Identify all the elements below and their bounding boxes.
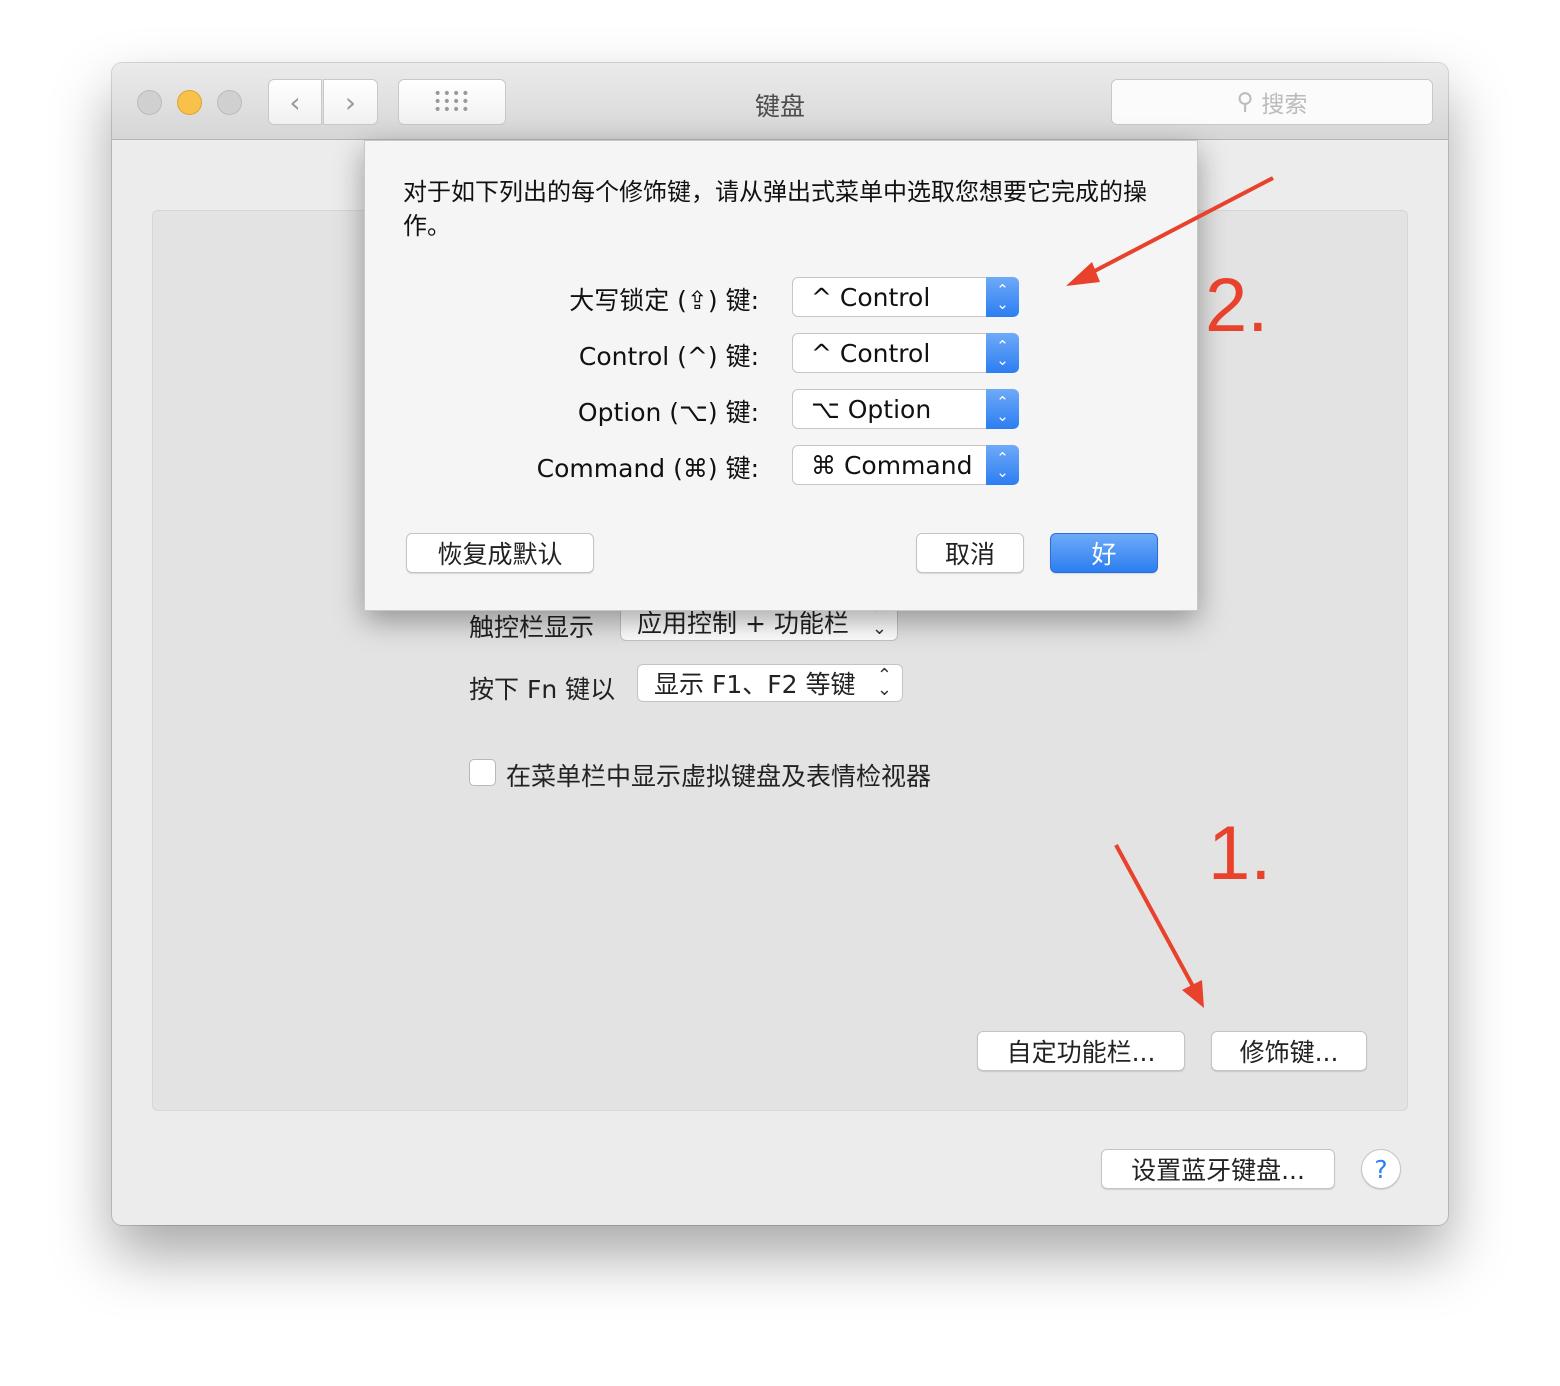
annotation-step-2: 2. — [1205, 263, 1269, 348]
arrow-1 — [1114, 844, 1197, 991]
arrow-2-head — [1066, 262, 1100, 286]
annotation-arrows — [1066, 176, 1274, 1008]
annotation-step-1: 1. — [1208, 811, 1272, 896]
